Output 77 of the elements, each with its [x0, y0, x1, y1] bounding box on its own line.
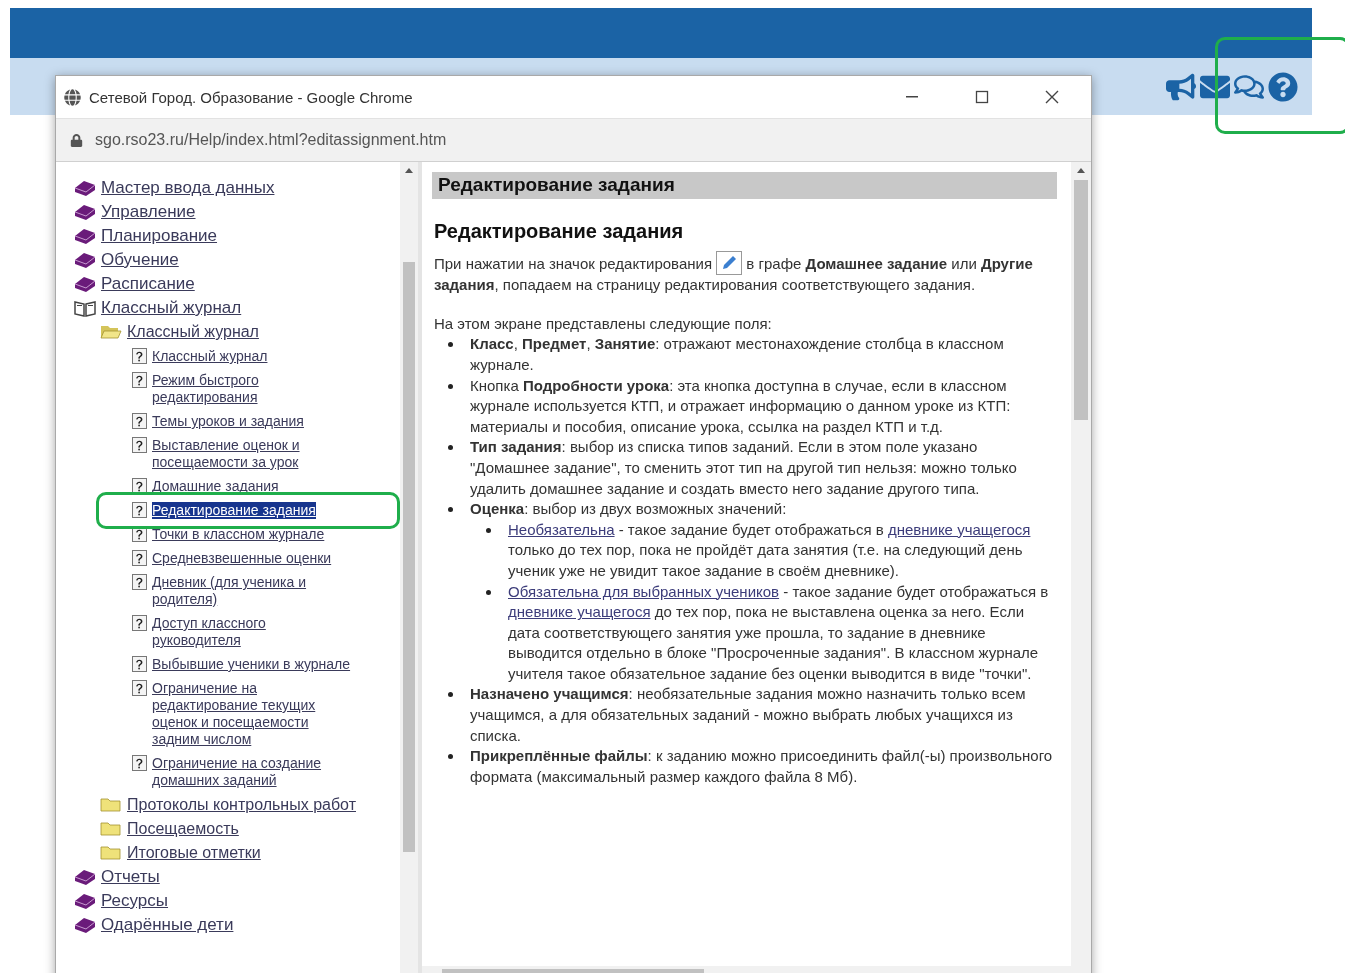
tree-item[interactable]: Режим быстрого редактирования: [152, 372, 357, 406]
link[interactable]: Обязательна для выбранных учеников: [508, 582, 780, 600]
help-page-icon: [132, 615, 147, 631]
bullet-icon: [448, 507, 453, 513]
bullet-icon: [486, 589, 491, 595]
tree-item[interactable]: Классный журнал: [127, 323, 259, 341]
link[interactable]: Необязательна: [508, 520, 615, 538]
help-page-icon: [132, 502, 147, 518]
bullet-icon: [448, 445, 453, 451]
scrollbar-thumb[interactable]: [1074, 180, 1088, 420]
bullet-icon: [448, 383, 453, 389]
scroll-up-arrow-icon[interactable]: [405, 168, 413, 173]
list-item-text: Класс, Предмет, Занятие: отражают местонахождение столбца в классном журнале.: [470, 335, 1004, 373]
page-banner: Редактирование задания: [432, 172, 1057, 199]
tree-item[interactable]: Доступ классного руководителя: [152, 615, 357, 649]
tree-item[interactable]: Протоколы контрольных работ: [127, 796, 356, 814]
tree-item[interactable]: Редактирование задания: [152, 502, 316, 519]
globe-icon: [64, 88, 81, 106]
scrollbar-thumb[interactable]: [403, 262, 415, 852]
list-item-text: Тип задания: выбор из списка типов заданий. Если в этом поле указано "Домашнее задание", то сменить этот тип на другой тип нельзя: можно только удалить домашнее задание и создать вместо него задание другого типа.: [470, 438, 1017, 497]
help-page-icon: [132, 372, 147, 388]
window-title: Сетевой Город. Образование - Google Chrome: [89, 88, 414, 106]
bullet-icon: [448, 342, 453, 348]
scrollbar[interactable]: [1071, 162, 1091, 966]
tree-item[interactable]: Дневник (для ученика и родителя): [152, 574, 357, 608]
help-page-icon: [132, 413, 147, 429]
fields-intro: На этом экране представлены следующие поля:: [434, 313, 773, 334]
tree-item[interactable]: Выставление оценок и посещаемости за урок: [152, 437, 357, 471]
help-page-icon: [132, 550, 147, 566]
scroll-up-arrow-icon[interactable]: [1077, 168, 1085, 173]
url-text: sgo.rso23.ru/Help/index.html?editassignment.htm: [95, 131, 447, 149]
link[interactable]: дневнике учащегося: [508, 603, 651, 621]
bullet-icon: [448, 692, 453, 698]
tree-item[interactable]: Средневзвешенные оценки: [152, 550, 332, 567]
tree-item[interactable]: Обучение: [101, 251, 179, 269]
tree-item[interactable]: Точки в классном журнале: [152, 526, 325, 543]
bullet-icon: [448, 754, 453, 760]
tree-item[interactable]: Темы уроков и задания: [152, 413, 304, 430]
megaphone-icon[interactable]: [1166, 71, 1196, 102]
tree-item[interactable]: Домашние задания: [152, 478, 279, 495]
help-page-icon: [132, 574, 147, 590]
link[interactable]: дневнике учащегося: [887, 520, 1031, 538]
tree-item[interactable]: Классный журнал: [152, 348, 268, 365]
tree-item[interactable]: Отчеты: [101, 868, 160, 886]
help-page-icon: [132, 348, 147, 364]
tree-item[interactable]: Выбывшие ученики в журнале: [152, 656, 351, 673]
tree-item[interactable]: Ограничение на редактирование текущих оценок и посещаемости задним числом: [152, 680, 357, 748]
maximize-icon: [975, 90, 989, 104]
minimize-icon: [906, 96, 918, 98]
article-heading: Редактирование задания: [434, 220, 685, 242]
intro-paragraph: При нажатии на значок редактирования в графе Домашнее задание или Другие задания, попадаем на страницу редактирования соответствующего задания.: [434, 251, 1057, 296]
help-page-icon: [132, 680, 147, 696]
help-page-icon: [132, 656, 147, 672]
tree-item[interactable]: Ограничение на создание домашних заданий: [152, 755, 357, 789]
tree-item[interactable]: Посещаемость: [127, 820, 239, 838]
pencil-icon: [716, 251, 743, 276]
tree-item[interactable]: Итоговые отметки: [127, 844, 261, 862]
close-icon: [1045, 90, 1059, 104]
list-item-text: Кнопка Подробности урока: эта кнопка доступна в случае, если в классном журнале используется КТП, и отражает информацию о данном уроке из КТП: материалы и пособия, описание урока, ссылка на раздел КТП и т.д.: [470, 376, 1011, 435]
tree-item[interactable]: Управление: [101, 203, 196, 221]
list-item-text: Необязательна - такое задание будет отображаться в дневнике учащегося только до тех пор, пока не пройдёт дата занятия (т.е. на следующий день ученик уже не увидит такое задание в своём дневнике).: [508, 520, 1031, 579]
tree-item[interactable]: Мастер ввода данных: [101, 179, 275, 197]
list-item-text: Обязательна для выбранных учеников - такое задание будет отображаться в дневнике учащегося до тех пор, пока не выставлена оценка за него. Если дата соответствующего занятия уже прошла, то задание в дневнике выводится отдельно в блоке "Просроченные задания". В классном журнале учителя такое обязательное задание без оценки выводится в виде "точки".: [508, 582, 1049, 682]
help-page-icon: [132, 755, 147, 771]
help-icon[interactable]: [1268, 71, 1298, 102]
list-item-text: Назначено учащимся: необязательные задания можно назначить только всем учащимся, а для обязательных заданий - можно выбрать любых учащихся из списка.: [470, 685, 1026, 744]
list-item-text: Оценка: выбор из двух возможных значений:: [470, 500, 787, 518]
lock-icon: [70, 133, 83, 147]
tree-item[interactable]: Расписание: [101, 275, 195, 293]
list-item-text: Прикреплённые файлы: к заданию можно присоединить файл(-ы) произвольного формата (максимальный размер каждого файла 8 Мб).: [470, 747, 1053, 785]
tree-item[interactable]: Ресурсы: [101, 892, 169, 910]
bullet-icon: [486, 527, 491, 533]
tree-item[interactable]: Планирование: [101, 227, 218, 245]
tree-item[interactable]: Классный журнал: [101, 299, 242, 317]
help-page-icon: [132, 437, 147, 453]
scrollbar[interactable]: [400, 162, 418, 973]
tree-item[interactable]: Одарённые дети: [101, 916, 234, 934]
